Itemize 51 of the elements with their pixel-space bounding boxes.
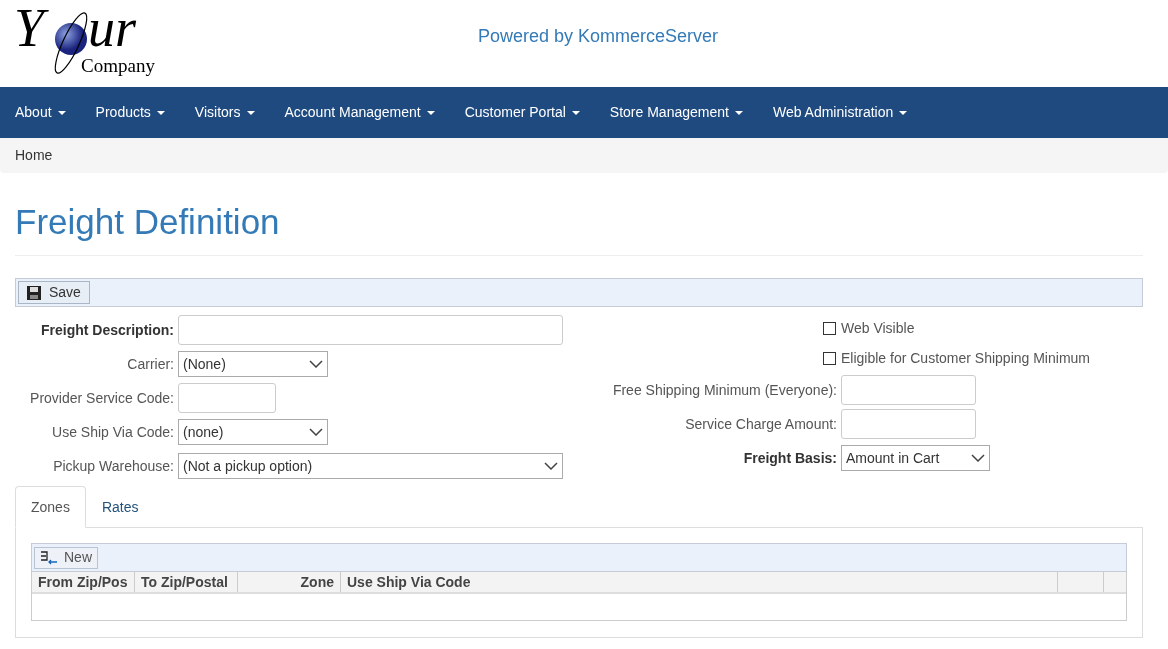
- checkbox-label: Eligible for Customer Shipping Minimum: [841, 348, 1090, 368]
- chevron-down-icon: [544, 462, 558, 470]
- caret-icon: [246, 110, 255, 115]
- tagline: Powered by KommerceServer: [478, 25, 719, 48]
- field-label: Service Charge Amount:: [684, 414, 837, 434]
- field-label: Freight Description:: [40, 320, 174, 340]
- checkbox-label: Web Visible: [841, 318, 915, 338]
- column-header[interactable]: From Zip/Pos: [32, 572, 135, 592]
- caret-icon: [571, 110, 580, 115]
- nav-menu[interactable]: Products: [80, 87, 180, 138]
- save-button[interactable]: Save: [18, 281, 90, 304]
- field-label: Pickup Warehouse:: [52, 456, 174, 476]
- dropdown[interactable]: Amount in Cart: [841, 445, 990, 471]
- nav-menu[interactable]: Web Administration: [757, 87, 923, 138]
- field-label: Free Shipping Minimum (Everyone):: [611, 380, 837, 400]
- caret-icon: [426, 110, 435, 115]
- breadcrumb-item[interactable]: Home: [15, 145, 53, 166]
- dropdown[interactable]: (None): [178, 351, 328, 377]
- company-logo[interactable]: Y ur Company: [14, 6, 164, 81]
- caret-icon: [734, 110, 743, 115]
- tab[interactable]: Rates: [85, 486, 155, 528]
- chevron-down-icon: [309, 360, 323, 368]
- caret-icon: [57, 110, 66, 115]
- tab[interactable]: Zones: [15, 486, 86, 528]
- dropdown[interactable]: (Not a pickup option): [178, 453, 563, 479]
- field-label: Freight Basis:: [742, 448, 837, 468]
- dropdown[interactable]: (none): [178, 419, 328, 445]
- text-field[interactable]: [178, 383, 276, 413]
- field-label: Provider Service Code:: [29, 388, 174, 408]
- caret-icon: [156, 110, 165, 115]
- field-label: Carrier:: [126, 354, 174, 374]
- add-row-icon: [40, 550, 58, 565]
- text-field[interactable]: [178, 315, 563, 345]
- caret-icon: [899, 110, 908, 115]
- checkbox[interactable]: [823, 321, 836, 335]
- chevron-down-icon: [309, 428, 323, 436]
- nav-menu[interactable]: Customer Portal: [449, 87, 595, 138]
- nav-menu[interactable]: Account Management: [269, 87, 450, 138]
- field-label: Use Ship Via Code:: [51, 422, 174, 442]
- checkbox[interactable]: [823, 351, 836, 365]
- column-header[interactable]: Use Ship Via Code: [341, 572, 1058, 592]
- text-field[interactable]: [841, 409, 976, 439]
- text-field[interactable]: [841, 375, 976, 405]
- page-title: Freight Definition: [15, 201, 281, 243]
- new-button[interactable]: New: [34, 546, 98, 569]
- nav-menu[interactable]: Store Management: [594, 87, 758, 138]
- nav-menu[interactable]: Visitors: [179, 87, 270, 138]
- column-header[interactable]: Zone: [238, 572, 341, 592]
- nav-menu[interactable]: About: [0, 87, 81, 138]
- column-header[interactable]: To Zip/Postal: [135, 572, 238, 592]
- chevron-down-icon: [971, 454, 985, 462]
